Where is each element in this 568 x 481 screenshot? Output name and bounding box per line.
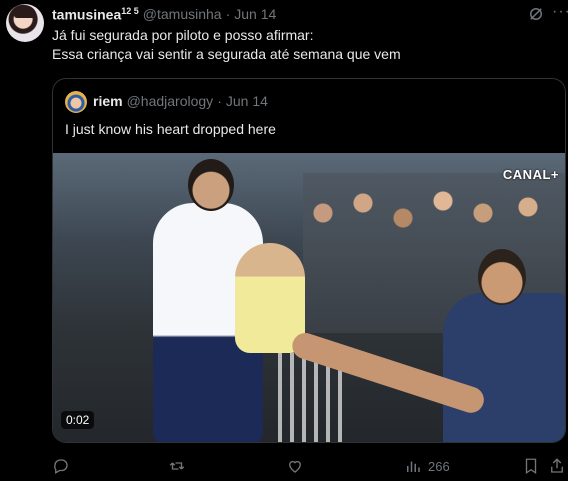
reply-button[interactable] [52, 457, 76, 475]
video-duration: 0:02 [61, 411, 95, 429]
views-count: 266 [428, 458, 450, 474]
grok-icon[interactable] [527, 5, 545, 23]
separator: · [225, 6, 231, 22]
video-watermark: CANAL+ [502, 167, 559, 182]
quote-text: I just know his heart dropped here [65, 121, 276, 137]
video-man [443, 293, 565, 442]
retweet-icon [169, 462, 185, 470]
quote-author-handle: @hadjarology [126, 93, 214, 109]
author-avatar[interactable] [6, 4, 44, 42]
share-icon [551, 458, 563, 473]
video-man-head [478, 249, 526, 305]
retweet-button[interactable] [168, 457, 192, 475]
tweet-header: tamusinea12 5 @tamusinha · Jun 14 [52, 5, 276, 23]
views-icon [407, 461, 420, 472]
quote-separator: · [217, 93, 222, 109]
quote-author-avatar [65, 91, 87, 113]
like-icon [289, 460, 301, 473]
quote-author-name: riem [93, 93, 123, 109]
quote-date: Jun 14 [225, 93, 268, 109]
reply-icon [54, 459, 68, 474]
tweet-date[interactable]: Jun 14 [234, 6, 276, 22]
bookmark-button[interactable] [522, 457, 540, 475]
video-rider-head [188, 159, 234, 211]
quote-header: riem @hadjarology · Jun 14 [93, 93, 268, 109]
quoted-tweet[interactable]: riem @hadjarology · Jun 14 I just know h… [52, 78, 566, 443]
action-bar: 266 [52, 457, 566, 477]
author-handle[interactable]: @tamusinha [143, 6, 222, 22]
video-player[interactable]: CANAL+ 0:02 [53, 153, 565, 442]
like-button[interactable] [286, 457, 310, 475]
more-icon[interactable]: ··· [552, 3, 568, 21]
views-button[interactable]: 266 [404, 457, 450, 475]
bookmark-icon [525, 458, 537, 475]
share-button[interactable] [548, 457, 566, 475]
tweet-text: Já fui segurada por piloto e posso afirm… [52, 27, 401, 62]
author-name[interactable]: tamusinea12 5 [52, 6, 139, 23]
